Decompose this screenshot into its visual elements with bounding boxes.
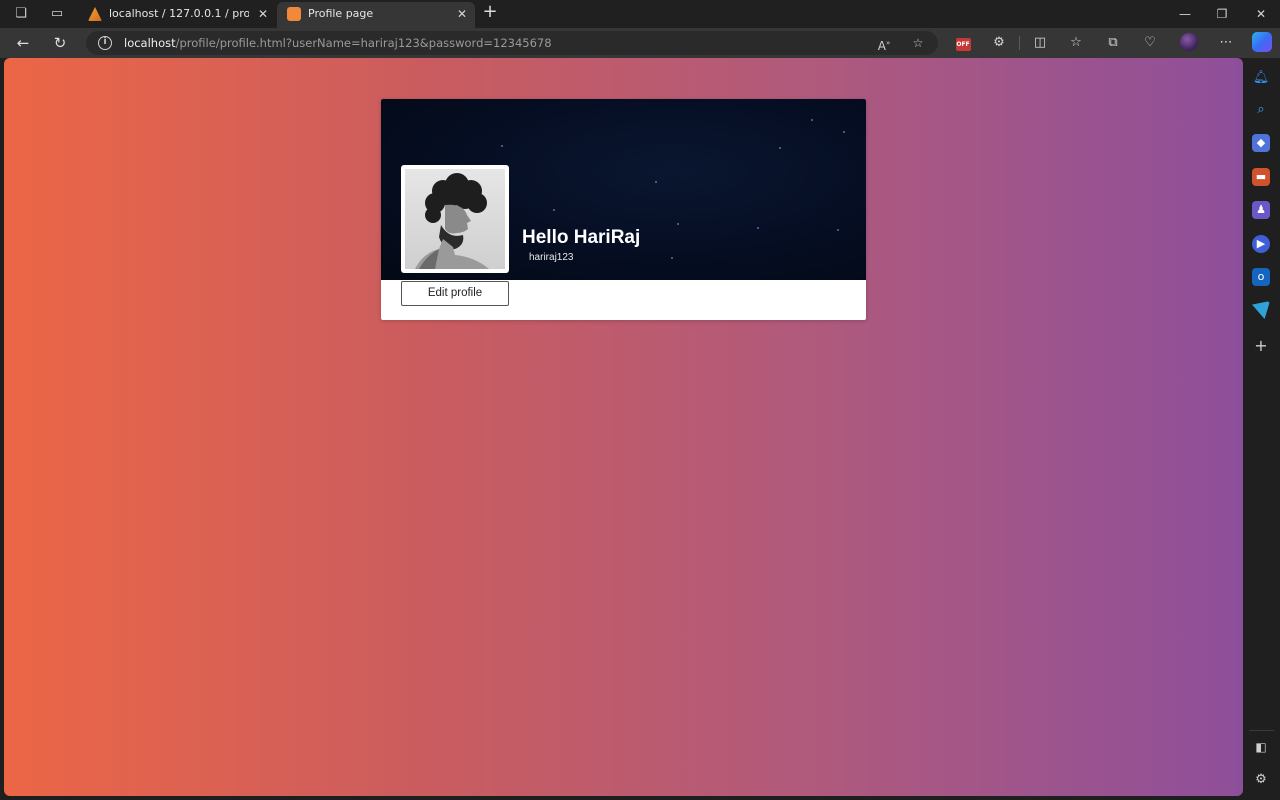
add-sidebar-app-icon[interactable]: +: [1252, 337, 1270, 355]
close-tab-icon[interactable]: ✕: [455, 2, 469, 26]
page-viewport: Hello HariRaj hariraj123 Edit profile: [4, 58, 1243, 796]
star: [655, 181, 657, 183]
star: [671, 257, 673, 259]
games-icon[interactable]: ♟: [1252, 201, 1270, 219]
ad-block-badge: OFF: [955, 38, 971, 51]
read-aloud-icon[interactable]: A»: [874, 33, 894, 53]
star: [501, 145, 503, 147]
portrait-image: [415, 173, 489, 269]
send-drop-icon[interactable]: [1252, 301, 1270, 319]
copilot-icon[interactable]: [1252, 32, 1272, 52]
toolbar-divider: [1019, 36, 1020, 50]
greeting-heading: Hello HariRaj: [522, 227, 641, 248]
star: [843, 131, 845, 133]
star: [757, 227, 759, 229]
sidebar-divider: [1249, 730, 1274, 731]
new-tab-icon[interactable]: +: [480, 3, 500, 23]
edit-profile-button[interactable]: Edit profile: [401, 281, 509, 306]
extensions-icon[interactable]: ⚙: [987, 32, 1011, 54]
tools-briefcase-icon[interactable]: ▬: [1252, 168, 1270, 186]
outlook-icon[interactable]: o: [1252, 268, 1270, 286]
maximize-icon[interactable]: ❐: [1209, 4, 1235, 24]
ad-block-extension-icon[interactable]: OFF: [951, 32, 975, 54]
address-bar[interactable]: i localhost/profile/profile.html?userNam…: [86, 31, 938, 55]
workspaces-icon[interactable]: ❏: [10, 4, 32, 24]
search-icon[interactable]: ⌕: [1252, 101, 1270, 119]
close-window-icon[interactable]: ✕: [1248, 4, 1274, 24]
profile-photo: [401, 165, 509, 273]
browser-toolbar: ← ↻ i localhost/profile/profile.html?use…: [0, 28, 1280, 58]
back-icon[interactable]: ←: [11, 32, 35, 54]
shopping-tag-icon[interactable]: ◆: [1252, 134, 1270, 152]
close-tab-icon[interactable]: ✕: [256, 2, 270, 26]
browser-tab-bar: ❏ ▭ localhost / 127.0.0.1 / profile / us…: [0, 0, 1280, 28]
tab-label: Profile page: [308, 7, 374, 20]
tab-profile-page[interactable]: Profile page ✕: [277, 2, 475, 28]
vertical-tabs-icon[interactable]: ▭: [46, 4, 68, 24]
browser-essentials-icon[interactable]: ♡: [1138, 32, 1162, 54]
star: [837, 229, 839, 231]
split-screen-icon[interactable]: ◫: [1028, 32, 1052, 54]
profile-avatar-icon[interactable]: [1180, 33, 1198, 51]
favorites-icon[interactable]: ☆: [1064, 32, 1088, 54]
minimize-icon[interactable]: —: [1172, 4, 1198, 24]
refresh-icon[interactable]: ↻: [48, 32, 72, 54]
xampp-favicon-icon: [287, 7, 301, 21]
hide-sidebar-icon[interactable]: ◧: [1252, 738, 1270, 756]
username-label: hariraj123: [529, 252, 574, 263]
star: [811, 119, 813, 121]
more-options-icon[interactable]: ⋯: [1214, 32, 1238, 54]
favorite-star-icon[interactable]: ☆: [908, 33, 928, 53]
collections-icon[interactable]: ⧉: [1101, 32, 1125, 54]
copilot-sidebar-icon[interactable]: ▶: [1252, 235, 1270, 253]
avatar: [405, 169, 505, 269]
url-path: /profile/profile.html?userName=hariraj12…: [175, 36, 552, 50]
star: [677, 223, 679, 225]
sidebar-settings-gear-icon[interactable]: ⚙: [1252, 771, 1270, 789]
browser-sidebar: 🔔︎ ⌕ ◆ ▬ ♟ ▶ o + ◧ ⚙: [1243, 58, 1280, 800]
star: [779, 147, 781, 149]
notifications-bell-icon[interactable]: 🔔︎: [1252, 69, 1270, 87]
url-host: localhost: [124, 36, 176, 50]
tab-phpmyadmin[interactable]: localhost / 127.0.0.1 / profile / us ✕: [78, 2, 276, 28]
url-text[interactable]: localhost/profile/profile.html?userName=…: [124, 31, 552, 55]
star: [553, 209, 555, 211]
phpmyadmin-favicon-icon: [88, 7, 102, 21]
profile-card: Hello HariRaj hariraj123 Edit profile: [381, 99, 866, 320]
site-info-icon[interactable]: i: [98, 36, 112, 50]
tab-label: localhost / 127.0.0.1 / profile / us: [109, 7, 249, 20]
